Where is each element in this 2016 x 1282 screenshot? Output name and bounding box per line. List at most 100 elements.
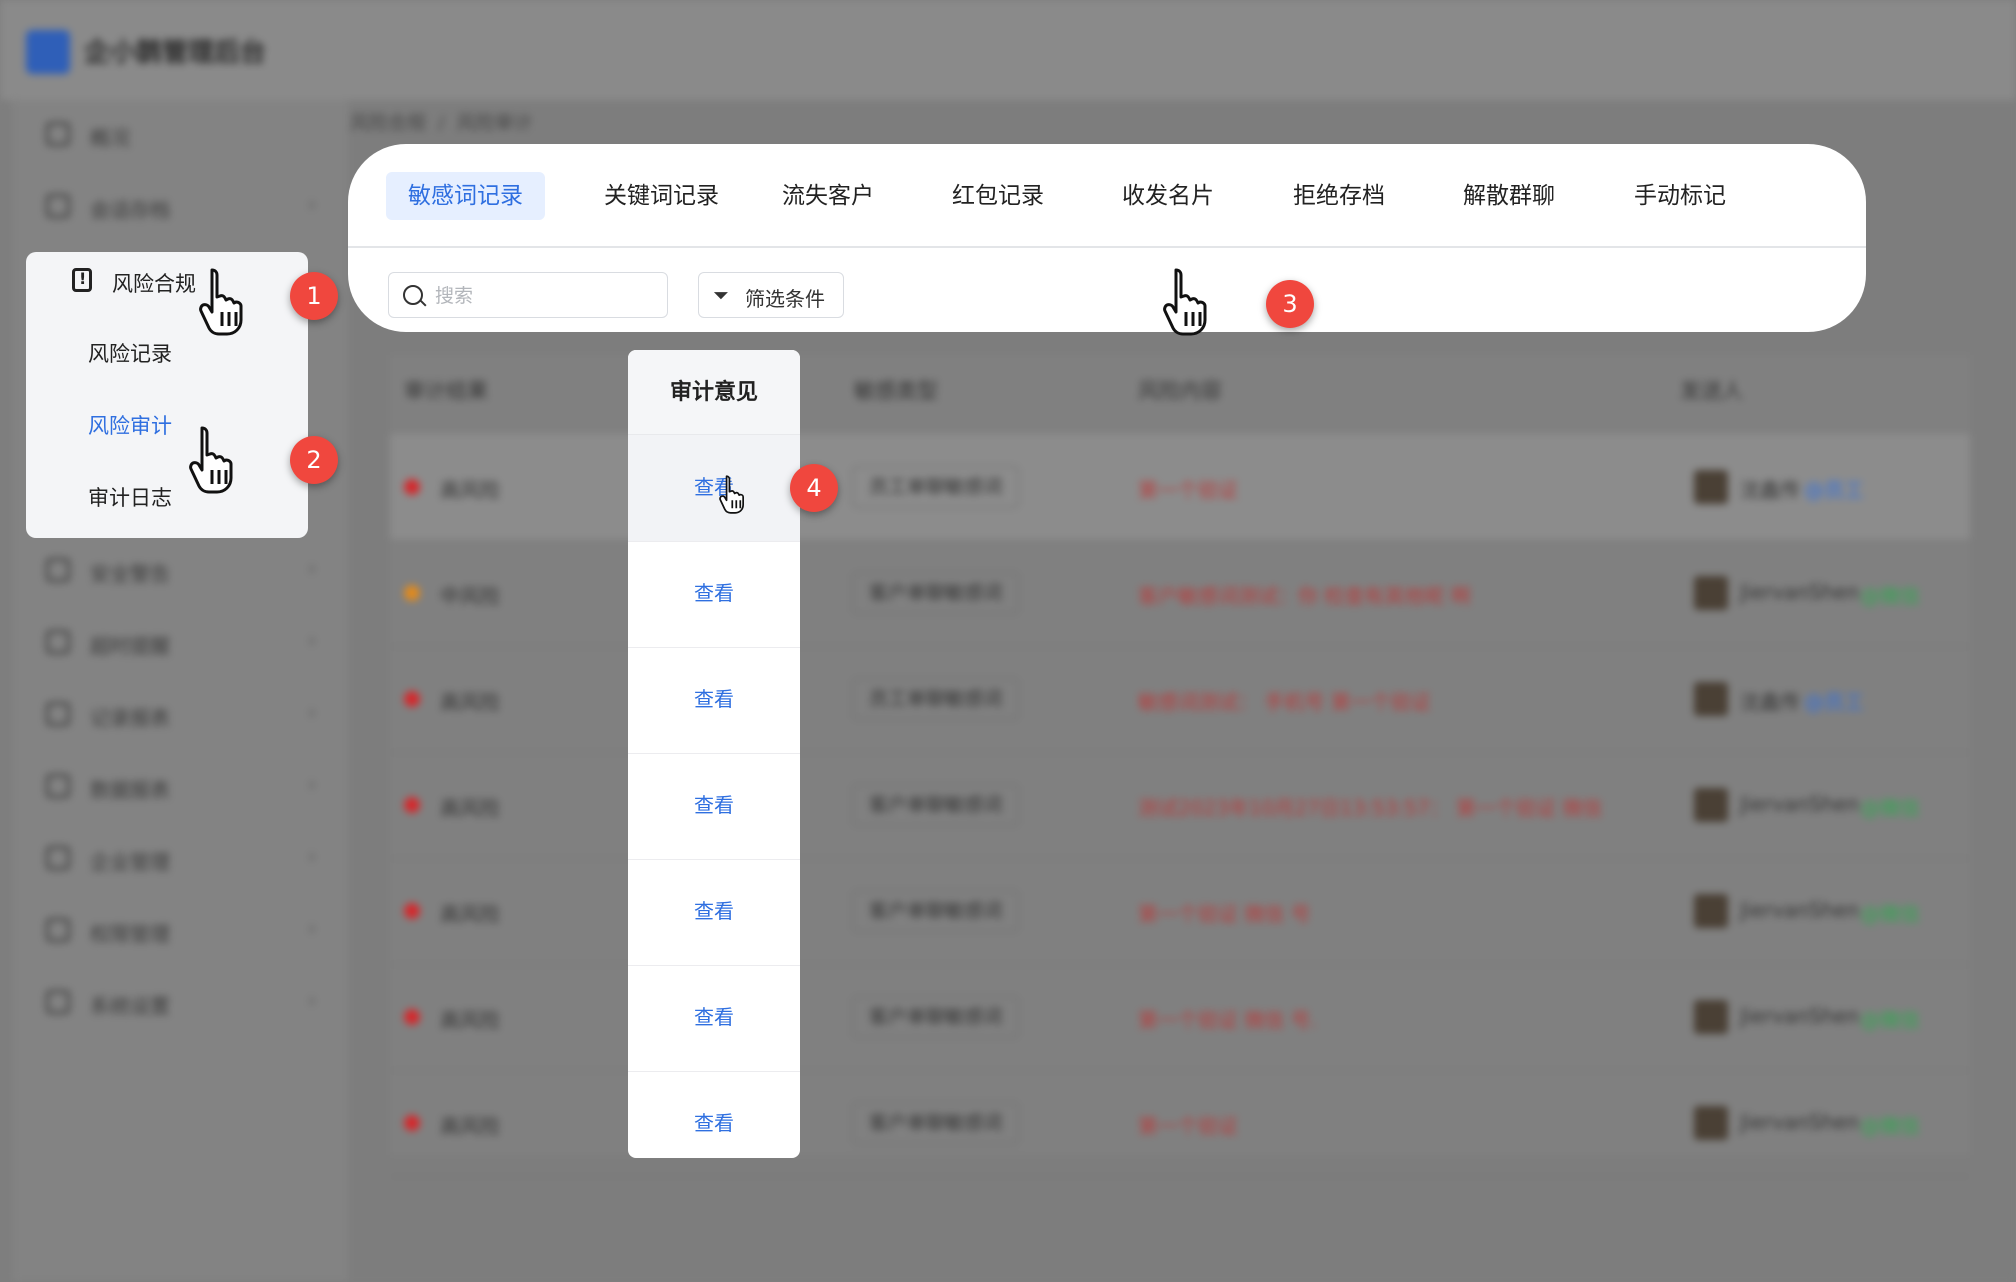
sender-tag: @员工 bbox=[1804, 478, 1864, 502]
breadcrumb-item[interactable]: 风险合规 bbox=[350, 112, 426, 134]
step-badge-3: 3 bbox=[1266, 280, 1314, 328]
folder-icon bbox=[46, 194, 70, 218]
risk-level-dot bbox=[404, 1009, 420, 1025]
sender-tag: @微信 bbox=[1860, 796, 1920, 820]
hand-pointer-icon bbox=[1163, 268, 1207, 336]
sidebar-item-archive[interactable]: 会话存档 › bbox=[46, 186, 316, 226]
risk-compliance-menu: 风险合规 风险记录 风险审计 审计日志 bbox=[26, 252, 308, 538]
record-tabs-panel: 敏感词记录 关键词记录 流失客户 红包记录 收发名片 拒绝存档 解散群聊 手动标… bbox=[348, 144, 1866, 332]
risk-level-text: 高风险 bbox=[440, 1114, 500, 1138]
view-link[interactable]: 查看 bbox=[628, 1107, 800, 1136]
risk-content: 敏感词测试： 手机号 第一个验证 bbox=[1138, 690, 1431, 714]
column-header-content: 风险内容 bbox=[1138, 379, 1222, 403]
tab-refused-archive[interactable]: 拒绝存档 bbox=[1271, 172, 1407, 220]
opinion-cell: 查看 bbox=[628, 965, 800, 1072]
filter-button[interactable]: ⏷ 筛选条件 bbox=[698, 272, 844, 318]
menu-item-audit-log[interactable]: 审计日志 bbox=[88, 482, 172, 512]
step-badge-4: 4 bbox=[790, 464, 838, 512]
view-link[interactable]: 查看 bbox=[628, 471, 800, 500]
opinion-cell: 查看 bbox=[628, 859, 800, 966]
sender-name: JiervanShen bbox=[1740, 1004, 1860, 1028]
step-badge-2: 2 bbox=[290, 436, 338, 484]
risk-level-dot bbox=[404, 1115, 420, 1131]
avatar bbox=[1694, 576, 1728, 610]
risk-level-text: 高风险 bbox=[440, 902, 500, 926]
opinion-cell: 查看 bbox=[628, 647, 800, 754]
sidebar-item-security[interactable]: 安全警告 › bbox=[46, 550, 316, 590]
hand-pointer-icon bbox=[199, 268, 243, 336]
column-header-result: 审计结果 bbox=[404, 379, 488, 403]
sensitive-type-tag: 客户单聊敏感词 bbox=[852, 572, 1020, 614]
sender-tag: @微信 bbox=[1860, 1114, 1920, 1138]
chevron-right-icon: › bbox=[308, 556, 316, 580]
sidebar-item-data[interactable]: 数据报表 › bbox=[46, 766, 316, 806]
sidebar-item-records[interactable]: 记录报表 › bbox=[46, 694, 316, 734]
avatar bbox=[1694, 682, 1728, 716]
risk-level-dot bbox=[404, 479, 420, 495]
menu-item-risk-audit[interactable]: 风险审计 bbox=[88, 410, 172, 440]
risk-content: 第一个验证 微信 号. bbox=[1138, 1008, 1318, 1032]
sender-name: JiervanShen bbox=[1740, 792, 1860, 816]
sidebar-item-settings[interactable]: 系统设置 › bbox=[46, 982, 316, 1022]
risk-level-dot bbox=[404, 691, 420, 707]
risk-level-dot bbox=[404, 797, 420, 813]
app-title: 企小鹊管理后台 bbox=[84, 38, 267, 68]
opinion-cell: 查看 bbox=[628, 753, 800, 860]
risk-level-dot bbox=[404, 585, 420, 601]
top-bar bbox=[0, 0, 2016, 100]
search-input[interactable] bbox=[433, 279, 657, 313]
view-link[interactable]: 查看 bbox=[628, 789, 800, 818]
sensitive-type-tag: 客户单聊敏感词 bbox=[852, 1102, 1020, 1144]
chevron-right-icon: › bbox=[308, 628, 316, 652]
tab-red-packets[interactable]: 红包记录 bbox=[930, 172, 1066, 220]
tab-keywords[interactable]: 关键词记录 bbox=[582, 172, 741, 220]
hand-pointer-icon bbox=[719, 475, 745, 514]
audit-opinion-column: 审计意见 查看 查看 查看 查看 查看 查看 查看 bbox=[628, 350, 800, 1158]
avatar bbox=[1694, 1106, 1728, 1140]
step-badge-1: 1 bbox=[290, 272, 338, 320]
sender-name: JiervanShen bbox=[1740, 580, 1860, 604]
alert-book-icon bbox=[72, 268, 92, 292]
view-link[interactable]: 查看 bbox=[628, 683, 800, 712]
sender-tag: @微信 bbox=[1860, 584, 1920, 608]
avatar bbox=[1694, 894, 1728, 928]
home-icon bbox=[46, 122, 70, 146]
tab-manual-marks[interactable]: 手动标记 bbox=[1612, 172, 1748, 220]
opinion-cell: 查看 bbox=[628, 1071, 800, 1158]
sidebar-item-timeout[interactable]: 超时提醒 › bbox=[46, 622, 316, 662]
shield-icon bbox=[46, 558, 70, 582]
chevron-right-icon: › bbox=[308, 192, 316, 216]
chart-icon bbox=[46, 774, 70, 798]
view-link[interactable]: 查看 bbox=[628, 1001, 800, 1030]
column-header-opinion: 审计意见 bbox=[628, 350, 800, 435]
risk-level-text: 高风险 bbox=[440, 796, 500, 820]
avatar bbox=[1694, 788, 1728, 822]
chevron-right-icon: › bbox=[308, 700, 316, 724]
tab-dissolved-groups[interactable]: 解散群聊 bbox=[1441, 172, 1577, 220]
org-icon bbox=[46, 846, 70, 870]
opinion-cell: 查看 bbox=[628, 541, 800, 648]
sensitive-type-tag: 客户单聊敏感词 bbox=[852, 784, 1020, 826]
risk-level-text: 中风险 bbox=[440, 584, 500, 608]
tab-business-cards[interactable]: 收发名片 bbox=[1100, 172, 1236, 220]
sidebar-item-overview[interactable]: 概况 bbox=[46, 114, 316, 154]
lock-icon bbox=[46, 918, 70, 942]
risk-level-text: 高风险 bbox=[440, 1008, 500, 1032]
tab-sensitive-words[interactable]: 敏感词记录 bbox=[386, 172, 545, 220]
sender-name: JiervanShen bbox=[1740, 898, 1860, 922]
menu-item-risk-records[interactable]: 风险记录 bbox=[88, 338, 172, 368]
app-logo bbox=[26, 30, 70, 74]
view-link[interactable]: 查看 bbox=[628, 577, 800, 606]
sender-tag: @微信 bbox=[1860, 902, 1920, 926]
gear-icon bbox=[46, 990, 70, 1014]
sidebar-item-permission[interactable]: 权限管理 › bbox=[46, 910, 316, 950]
view-link[interactable]: 查看 bbox=[628, 895, 800, 924]
search-field[interactable] bbox=[388, 272, 668, 318]
risk-content: 第一个验证 bbox=[1138, 478, 1238, 502]
sender-name: JiervanShen bbox=[1740, 1110, 1860, 1134]
chevron-right-icon: › bbox=[308, 772, 316, 796]
risk-content: 第一个验证 bbox=[1138, 1114, 1238, 1138]
tab-lost-customers[interactable]: 流失客户 bbox=[760, 172, 896, 220]
column-header-sender: 发送人 bbox=[1680, 379, 1743, 403]
sidebar-item-enterprise[interactable]: 企业管理 › bbox=[46, 838, 316, 878]
